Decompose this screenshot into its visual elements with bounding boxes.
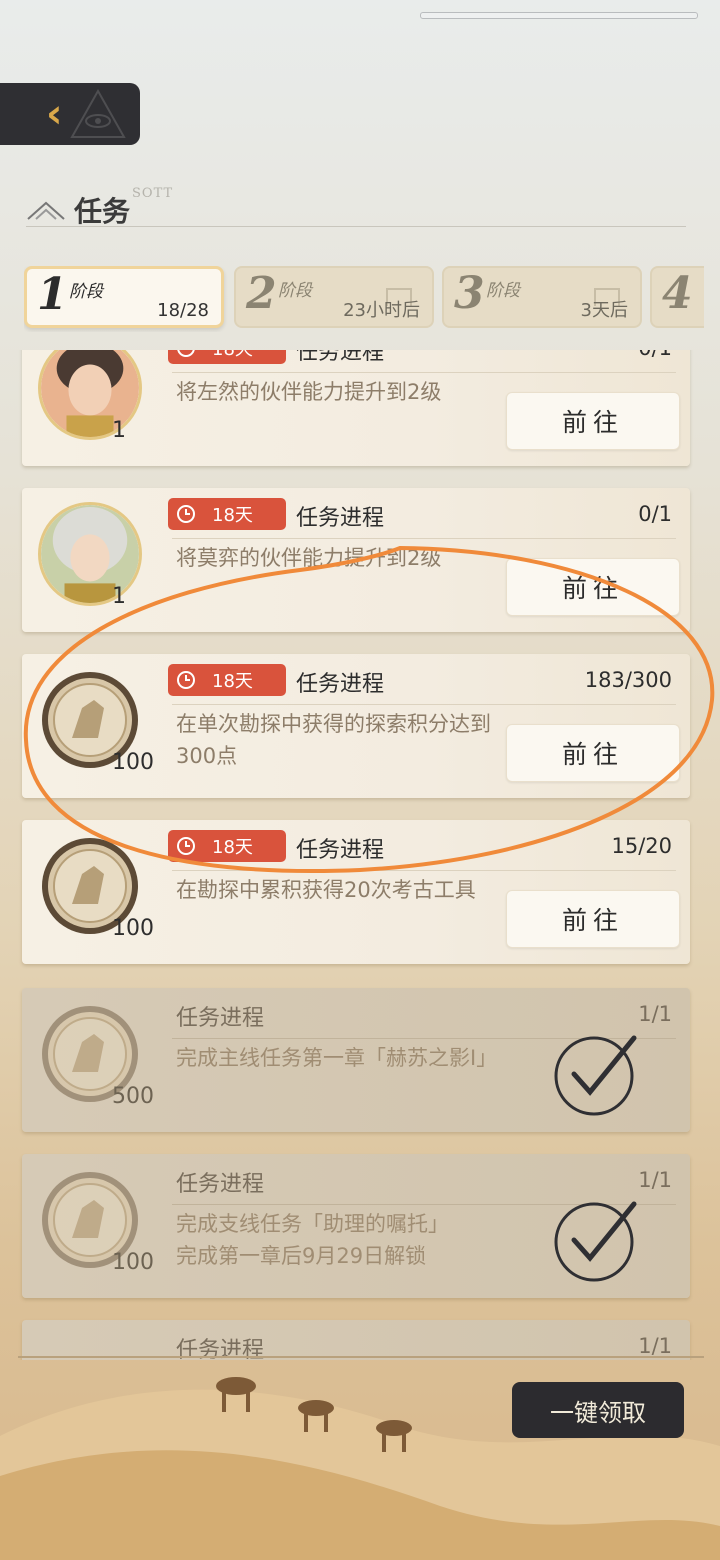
clock-icon	[177, 837, 195, 855]
task-list: 1 18天 任务进程 0/1 将左然的伙伴能力提升到2级 前往 1 18天 任务…	[0, 350, 720, 1360]
tab-label: 阶段	[278, 281, 312, 301]
task-card-completed: 500 任务进程 1/1 完成主线任务第一章「赫苏之影I」	[22, 988, 690, 1132]
clock-icon	[177, 671, 195, 689]
progress-value: 1/1	[638, 1002, 672, 1026]
progress-value: 183/300	[584, 668, 672, 692]
pyramid-icon	[27, 201, 65, 220]
progress-label: 任务进程	[176, 1006, 265, 1031]
clock-icon	[177, 505, 195, 523]
tab-stage-4[interactable]: 4	[650, 266, 704, 328]
check-icon	[554, 1201, 637, 1282]
progress-label: 任务进程	[176, 1172, 265, 1197]
tab-stage-3[interactable]: 3 阶段 3天后	[442, 266, 642, 328]
task-card-completed: 100 任务进程 1/1 完成支线任务「助理的嘱托」 完成第一章后9月29日解锁	[22, 1154, 690, 1298]
go-button[interactable]: 前往	[506, 890, 680, 948]
task-card-completed: 任务进程 1/1	[22, 1320, 690, 1360]
timer-badge: 18天	[168, 498, 286, 530]
tab-number: 4	[662, 268, 693, 319]
progress-value: 1/1	[638, 1168, 672, 1192]
task-description: 将莫弈的伙伴能力提升到2级	[176, 546, 442, 570]
stage-tabs: 1 阶段 18/28 2 阶段 23小时后 3 阶段 3天后 4	[24, 266, 704, 332]
reward-quantity: 1	[112, 418, 126, 443]
task-description: 完成支线任务「助理的嘱托」 完成第一章后9月29日解锁	[176, 1212, 449, 1268]
reward-quantity: 100	[112, 750, 154, 775]
tab-number: 1	[37, 269, 68, 320]
progress-label: 任务进程	[296, 672, 385, 697]
progress-label: 任务进程	[296, 506, 385, 531]
tab-unlock-time: 23小时后	[343, 300, 420, 321]
go-button[interactable]: 前往	[506, 392, 680, 450]
tab-progress: 18/28	[157, 300, 209, 321]
task-card: 100 18天 任务进程 15/20 在勘探中累积获得20次考古工具 前往	[22, 820, 690, 964]
reward-quantity: 500	[112, 1084, 154, 1109]
avatar	[38, 350, 142, 440]
go-button[interactable]: 前往	[506, 724, 680, 782]
timer-text: 18天	[212, 505, 253, 526]
task-card: 100 18天 任务进程 183/300 在单次勘探中获得的探索积分达到300点…	[22, 654, 690, 798]
clock-icon	[177, 350, 195, 357]
progress-value: 0/1	[638, 350, 672, 360]
task-description: 完成主线任务第一章「赫苏之影I」	[176, 1046, 498, 1070]
avatar	[38, 502, 142, 606]
task-card: 1 18天 任务进程 0/1 将莫弈的伙伴能力提升到2级 前往	[22, 488, 690, 632]
page-subtitle: SOTT	[132, 186, 174, 201]
timer-text: 18天	[212, 837, 253, 858]
tab-label: 阶段	[486, 281, 520, 301]
claim-all-button[interactable]: 一键领取	[512, 1382, 684, 1438]
reward-quantity: 1	[112, 584, 126, 609]
timer-text: 18天	[212, 350, 253, 361]
card-divider	[172, 704, 676, 705]
page-title: 任务	[74, 195, 131, 228]
title-divider	[26, 226, 686, 227]
card-divider	[172, 372, 676, 373]
timer-text: 18天	[212, 671, 253, 692]
check-icon	[554, 1035, 637, 1116]
tab-unlock-time: 3天后	[580, 300, 628, 321]
tab-number: 2	[246, 268, 277, 319]
back-button[interactable]: ‹	[0, 83, 140, 145]
status-bar-indicator	[420, 12, 698, 19]
back-chevron-icon: ‹	[46, 91, 63, 137]
task-description: 在勘探中累积获得20次考古工具	[176, 878, 476, 902]
timer-badge: 18天	[168, 350, 286, 364]
timer-badge: 18天	[168, 830, 286, 862]
tab-label: 阶段	[69, 282, 103, 302]
tab-number: 3	[454, 268, 485, 319]
progress-value: 0/1	[638, 502, 672, 526]
task-card: 1 18天 任务进程 0/1 将左然的伙伴能力提升到2级 前往	[22, 350, 690, 466]
go-button[interactable]: 前往	[506, 558, 680, 616]
timer-badge: 18天	[168, 664, 286, 696]
section-header: 任务 SOTT	[26, 186, 172, 230]
progress-value: 1/1	[638, 1334, 672, 1358]
progress-value: 15/20	[611, 834, 672, 858]
card-divider	[172, 538, 676, 539]
tab-stage-2[interactable]: 2 阶段 23小时后	[234, 266, 434, 328]
progress-label: 任务进程	[296, 350, 385, 365]
eye-of-horus-icon	[70, 89, 126, 138]
task-description: 将左然的伙伴能力提升到2级	[176, 380, 442, 404]
tab-stage-1[interactable]: 1 阶段 18/28	[24, 266, 224, 328]
task-description: 在单次勘探中获得的探索积分达到300点	[176, 712, 491, 768]
reward-quantity: 100	[112, 916, 154, 941]
progress-label: 任务进程	[296, 838, 385, 863]
card-divider	[172, 870, 676, 871]
reward-quantity: 100	[112, 1250, 154, 1275]
